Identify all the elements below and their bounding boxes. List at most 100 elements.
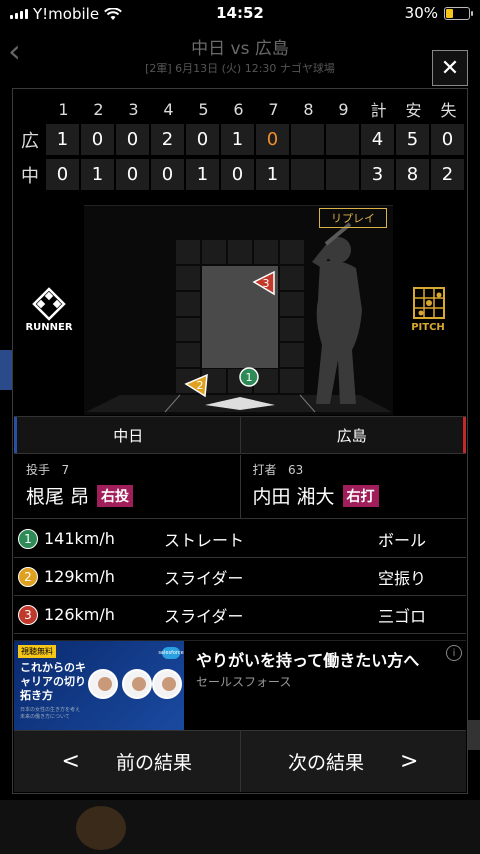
inning-header: 1 <box>58 99 69 119</box>
pitch-speed: 126km/h <box>44 605 115 624</box>
pitch-button[interactable]: PITCH <box>393 205 466 415</box>
total-runs-header: 計 <box>370 101 387 120</box>
pitch-type: スライダー <box>164 568 244 588</box>
game-subtitle: [2軍] 6月13日 (火) 12:30 ナゴヤ球場 <box>145 62 335 75</box>
inning-header: 6 <box>233 99 244 119</box>
inning-score: 1 <box>186 159 219 190</box>
inning-score: 0 <box>116 124 149 155</box>
pitch-list: 1 141km/h ストレート ボール 2 129km/h スライダー 空振り … <box>14 520 466 634</box>
inning-score: 0 <box>221 159 254 190</box>
pitch-speed: 141km/h <box>44 529 115 548</box>
inning-score-current: 0 <box>256 124 289 155</box>
score-row-away: 広 1 0 0 2 0 1 0 4 5 0 <box>14 122 466 157</box>
hits-header: 安 <box>405 101 422 120</box>
game-title: 中日 vs 広島 <box>191 39 289 59</box>
inning-score <box>326 159 359 190</box>
total-runs: 3 <box>361 159 394 190</box>
scoreboard: 1 2 3 4 5 6 7 8 9 計 安 失 広 1 0 0 2 0 1 0 … <box>14 96 466 192</box>
inning-score: 0 <box>81 124 114 155</box>
next-result-button[interactable]: 次の結果 > <box>240 731 466 792</box>
close-button[interactable]: ✕ <box>432 50 468 86</box>
salesforce-logo: salesforce <box>158 647 184 659</box>
battery-info: 30% <box>404 4 473 22</box>
previous-result-label: 前の結果 <box>115 752 192 774</box>
battery-percent: 30% <box>404 4 438 22</box>
battery-icon <box>444 6 473 20</box>
batter-role: 打者 <box>252 463 277 477</box>
ad-banner[interactable]: 視聴無料 これからのキャリアの切り拓き方 日本の女性の生き方を考え未来の働き方に… <box>14 640 466 731</box>
inning-header: 4 <box>163 99 174 119</box>
inning-score: 1 <box>81 159 114 190</box>
home-team-label: 中日 <box>14 417 241 453</box>
person-avatar <box>88 669 118 699</box>
background-header: ‹ 中日 vs 広島 [2軍] 6月13日 (火) 12:30 ナゴヤ球場 <box>0 28 480 84</box>
batter-number: 63 <box>287 463 304 477</box>
inning-score: 1 <box>221 124 254 155</box>
strike-zone <box>202 266 278 368</box>
inning-header: 8 <box>303 99 314 119</box>
batter-hand-badge: 右打 <box>342 484 379 507</box>
inning-header: 2 <box>93 99 104 119</box>
team-abbr: 中 <box>21 165 39 187</box>
pitch-number-badge: 3 <box>18 604 38 625</box>
pitch-row: 1 141km/h ストレート ボール <box>14 520 466 558</box>
away-team-label: 広島 <box>240 417 466 453</box>
pitch-label: PITCH <box>411 322 445 333</box>
team-header: 中日 広島 <box>14 416 466 454</box>
ad-sponsor: セールスフォース <box>196 675 292 689</box>
pitch-row: 3 126km/h スライダー 三ゴロ <box>14 596 466 634</box>
pitch-result: 三ゴロ <box>377 606 426 626</box>
inning-header: 7 <box>268 99 279 119</box>
inning-score <box>291 124 324 155</box>
ad-title[interactable]: やりがいを持って働きたい方へ <box>196 647 419 671</box>
total-hits: 8 <box>396 159 429 190</box>
pitcher-hand-badge: 右投 <box>97 484 134 507</box>
next-result-label: 次の結果 <box>288 752 365 774</box>
chevron-right-icon: > <box>400 749 419 774</box>
pitch-type: ストレート <box>164 530 245 550</box>
ad-image-headline: これからのキャリアの切り拓き方 <box>20 661 86 702</box>
inning-score <box>326 124 359 155</box>
background-side-element-right <box>468 720 480 750</box>
total-errors: 2 <box>431 159 464 190</box>
pitch-type: スライダー <box>164 606 244 626</box>
ad-info-icon[interactable]: i <box>446 645 462 661</box>
pitcher-info: 投手 7 根尾 昂右投 <box>14 455 241 518</box>
inning-header: 3 <box>128 99 139 119</box>
pitcher-name: 根尾 昂 <box>26 486 90 508</box>
pitch-row: 2 129km/h スライダー 空振り <box>14 558 466 596</box>
runner-label: RUNNER <box>25 322 73 333</box>
background-side-element <box>0 350 12 390</box>
replay-button[interactable]: リプレイ <box>319 208 387 228</box>
pitcher-role: 投手 <box>26 463 51 477</box>
score-row-home: 中 0 1 0 0 1 0 1 3 8 2 <box>14 157 466 192</box>
inning-score: 1 <box>46 124 79 155</box>
ad-tag: 視聴無料 <box>18 645 56 658</box>
batter-name: 内田 湘大 <box>252 486 335 508</box>
inning-header: 9 <box>338 99 349 119</box>
inning-header: 5 <box>198 99 209 119</box>
pitch-number-badge: 1 <box>18 528 38 549</box>
chevron-left-icon: < <box>61 749 80 774</box>
total-runs: 4 <box>361 124 394 155</box>
ad-image[interactable]: 視聴無料 これからのキャリアの切り拓き方 日本の女性の生き方を考え未来の働き方に… <box>14 641 184 731</box>
batter-info: 打者 63 内田 湘大 右打 <box>241 455 467 518</box>
person-avatar <box>152 669 182 699</box>
background-ad <box>0 800 480 854</box>
inning-score: 0 <box>46 159 79 190</box>
total-errors: 0 <box>431 124 464 155</box>
inning-score: 1 <box>256 159 289 190</box>
pitch-result: 空振り <box>377 568 426 588</box>
result-navigation: < 前の結果 次の結果 > <box>14 730 466 792</box>
errors-header: 失 <box>440 101 457 120</box>
pitcher-number: 7 <box>61 463 70 477</box>
pitch-result: ボール <box>377 530 426 550</box>
pitch-speed: 129km/h <box>44 567 115 586</box>
status-bar: Y!mobile 14:52 30% <box>0 0 480 28</box>
diamond-icon <box>32 287 66 321</box>
players-info: 投手 7 根尾 昂右投 打者 63 内田 湘大 右打 <box>14 455 466 519</box>
previous-result-button[interactable]: < 前の結果 <box>14 731 241 792</box>
runner-button[interactable]: RUNNER <box>14 205 84 415</box>
team-abbr: 広 <box>21 130 39 152</box>
total-hits: 5 <box>396 124 429 155</box>
